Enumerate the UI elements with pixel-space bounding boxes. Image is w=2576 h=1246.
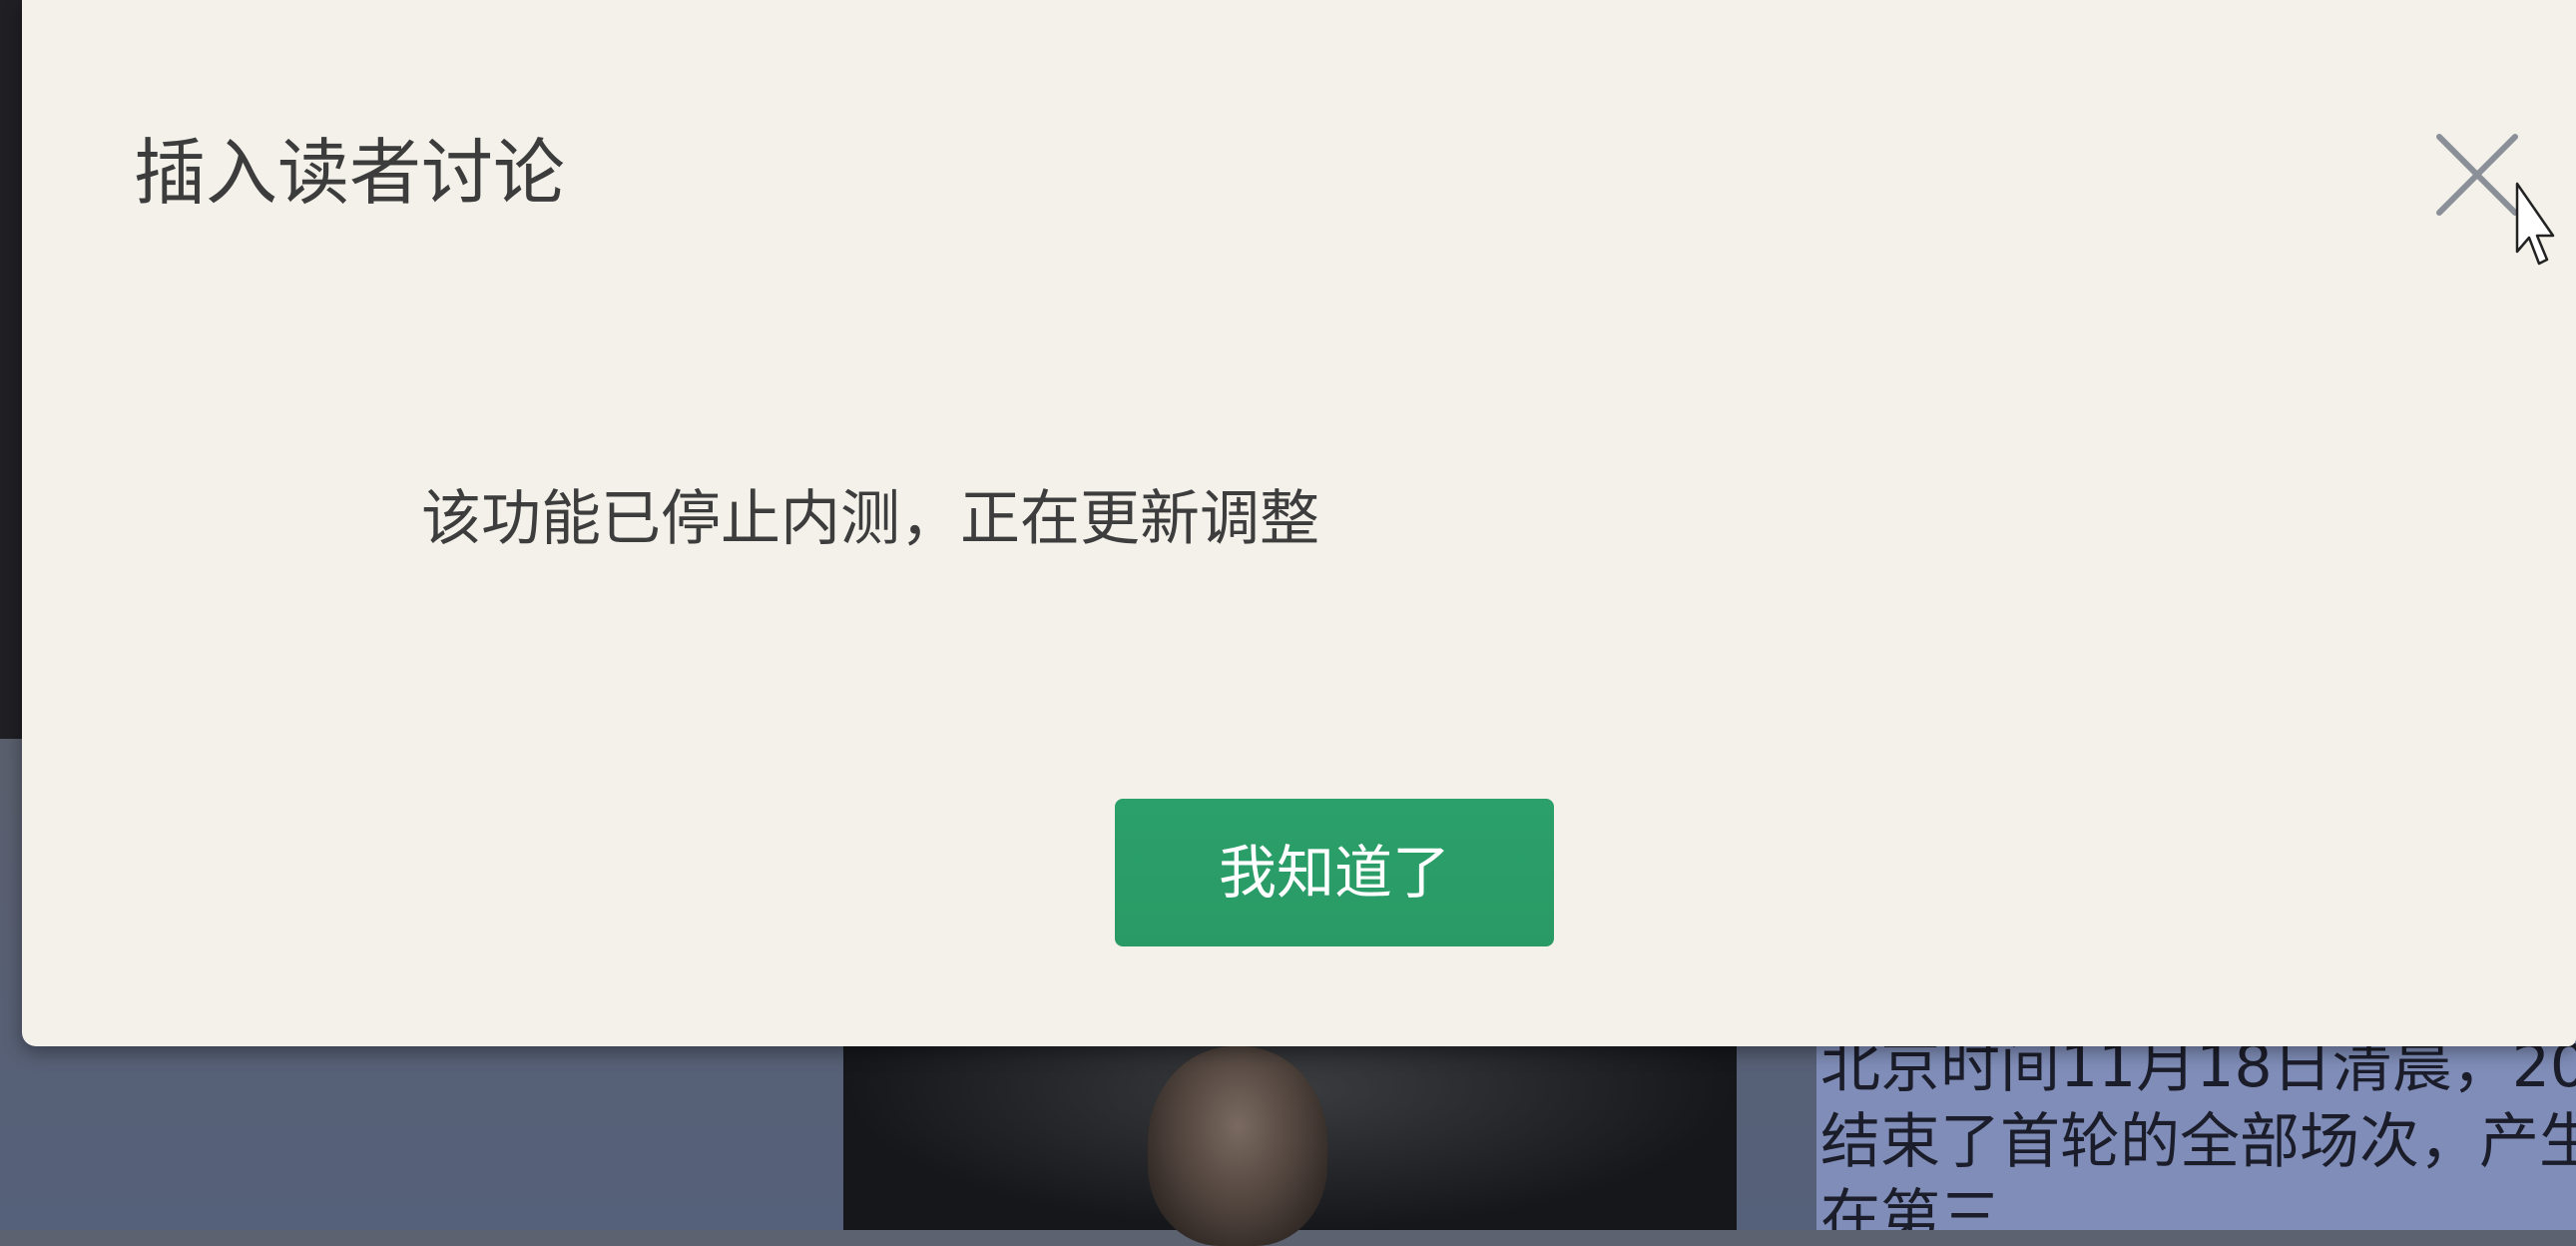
- mouse-cursor-icon: [2515, 182, 2555, 266]
- article-text-line: 在第三: [1820, 1183, 2000, 1230]
- article-text: 北京时间11月18日清晨，20 结束了首轮的全部场次，产生 在第三: [1816, 1028, 2576, 1230]
- background-left-strip: [0, 0, 22, 739]
- close-icon: [2436, 134, 2518, 216]
- insert-reader-discussion-dialog: 插入读者讨论 该功能已停止内测，正在更新调整 我知道了: [22, 0, 2576, 1046]
- article-text-line: 结束了首轮的全部场次，产生: [1820, 1107, 2576, 1177]
- close-button[interactable]: [2427, 125, 2527, 225]
- dialog-message: 该功能已停止内测，正在更新调整: [421, 484, 1319, 554]
- article-photo-person: [1148, 1046, 1327, 1246]
- dialog-title: 插入读者讨论: [134, 131, 566, 215]
- acknowledge-button[interactable]: 我知道了: [1115, 799, 1554, 946]
